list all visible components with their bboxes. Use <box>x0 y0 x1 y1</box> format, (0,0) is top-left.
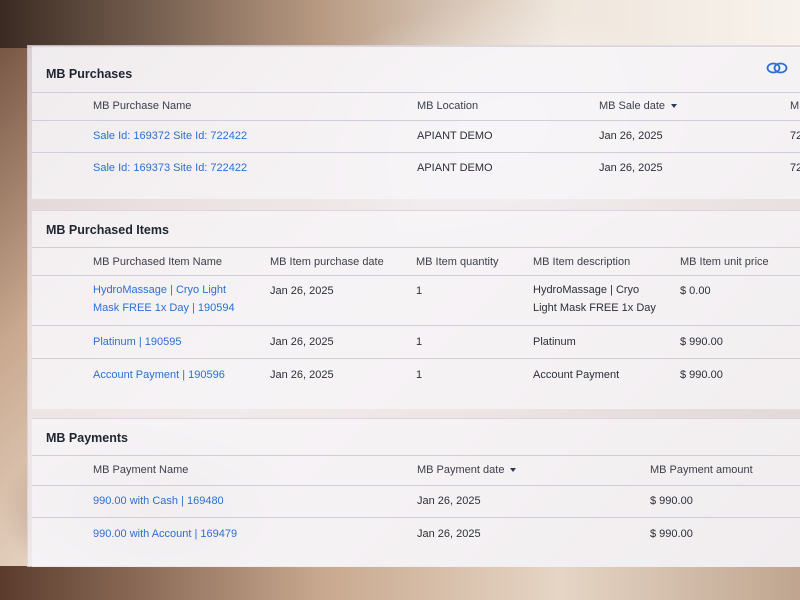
background-bottom <box>0 566 800 600</box>
date-cell: Jan 26, 2025 <box>417 495 481 507</box>
date-cell: Jan 26, 2025 <box>599 162 663 174</box>
price-cell: $ 990.00 <box>680 369 723 381</box>
quantity-cell: 1 <box>416 285 423 297</box>
item-link[interactable]: HydroMassage | Cryo Light Mask FREE 1x D… <box>93 281 243 317</box>
column-header[interactable]: MB Item description <box>533 256 630 268</box>
mb-purchased-items-card: MB Purchased Items MB Purchased Item Nam… <box>32 210 800 409</box>
table-row: 990.00 with Cash | 169480 Jan 26, 2025 $… <box>32 485 800 518</box>
card-title-items: MB Purchased Items <box>46 223 169 237</box>
date-cell: Jan 26, 2025 <box>270 285 334 297</box>
location-cell: APIANT DEMO <box>417 130 493 142</box>
table-row: HydroMassage | Cryo Light Mask FREE 1x D… <box>32 275 800 326</box>
column-header[interactable]: MB Purchased Item Name <box>93 256 222 268</box>
location-cell: APIANT DEMO <box>417 162 493 174</box>
related-lists-panel: MB Purchases MB Purchase Name MB Locatio… <box>28 46 800 567</box>
mb-purchases-card: MB Purchases MB Purchase Name MB Locatio… <box>32 46 800 199</box>
quantity-cell: 1 <box>416 369 423 381</box>
column-header[interactable]: MB Payment Name <box>93 464 188 476</box>
description-cell: Platinum <box>533 336 576 348</box>
link-chain-icon[interactable] <box>766 61 788 75</box>
column-header[interactable]: MB Sale date <box>599 100 678 112</box>
truncated-cell: 72 <box>790 130 800 142</box>
column-header[interactable]: MB Payment date <box>417 464 517 476</box>
date-cell: Jan 26, 2025 <box>599 130 663 142</box>
column-header[interactable]: MB Item quantity <box>416 256 499 268</box>
table-header: MB Purchased Item Name MB Item purchase … <box>32 247 800 276</box>
purchase-link[interactable]: Sale Id: 169373 Site Id: 722422 <box>93 162 247 174</box>
item-link[interactable]: Platinum | 190595 <box>93 336 181 348</box>
date-cell: Jan 26, 2025 <box>270 336 334 348</box>
column-header[interactable]: MB Item purchase date <box>270 256 384 268</box>
amount-cell: $ 990.00 <box>650 495 693 507</box>
sort-desc-icon[interactable] <box>671 104 678 109</box>
table-header: MB Purchase Name MB Location MB Sale dat… <box>32 92 800 121</box>
date-cell: Jan 26, 2025 <box>270 369 334 381</box>
table-row: Sale Id: 169373 Site Id: 722422 APIANT D… <box>32 152 800 185</box>
payment-link[interactable]: 990.00 with Cash | 169480 <box>93 495 224 507</box>
price-cell: $ 990.00 <box>680 336 723 348</box>
description-cell: HydroMassage | Cryo Light Mask FREE 1x D… <box>533 284 656 314</box>
table-row: Sale Id: 169372 Site Id: 722422 APIANT D… <box>32 120 800 153</box>
card-title-purchases: MB Purchases <box>46 67 133 81</box>
column-header[interactable]: MB Item unit price <box>680 256 769 268</box>
date-cell: Jan 26, 2025 <box>417 528 481 540</box>
table-header: MB Payment Name MB Payment date MB Payme… <box>32 455 800 486</box>
table-row: 990.00 with Account | 169479 Jan 26, 202… <box>32 517 800 552</box>
purchase-link[interactable]: Sale Id: 169372 Site Id: 722422 <box>93 130 247 142</box>
column-header[interactable]: MB Location <box>417 100 478 112</box>
column-header[interactable]: MB Payment amount <box>650 464 753 476</box>
item-link[interactable]: Account Payment | 190596 <box>93 369 225 381</box>
description-cell: Account Payment <box>533 369 620 381</box>
truncated-cell: 72 <box>790 162 800 174</box>
price-cell: $ 0.00 <box>680 285 711 297</box>
quantity-cell: 1 <box>416 336 423 348</box>
card-title-payments: MB Payments <box>46 431 128 445</box>
mb-payments-card: MB Payments MB Payment Name MB Payment d… <box>32 418 800 567</box>
sort-desc-icon[interactable] <box>510 468 517 473</box>
payment-link[interactable]: 990.00 with Account | 169479 <box>93 528 237 540</box>
column-header[interactable]: M <box>790 100 799 112</box>
table-row: Account Payment | 190596 Jan 26, 2025 1 … <box>32 358 800 392</box>
table-row: Platinum | 190595 Jan 26, 2025 1 Platinu… <box>32 325 800 359</box>
column-header[interactable]: MB Purchase Name <box>93 100 191 112</box>
amount-cell: $ 990.00 <box>650 528 693 540</box>
